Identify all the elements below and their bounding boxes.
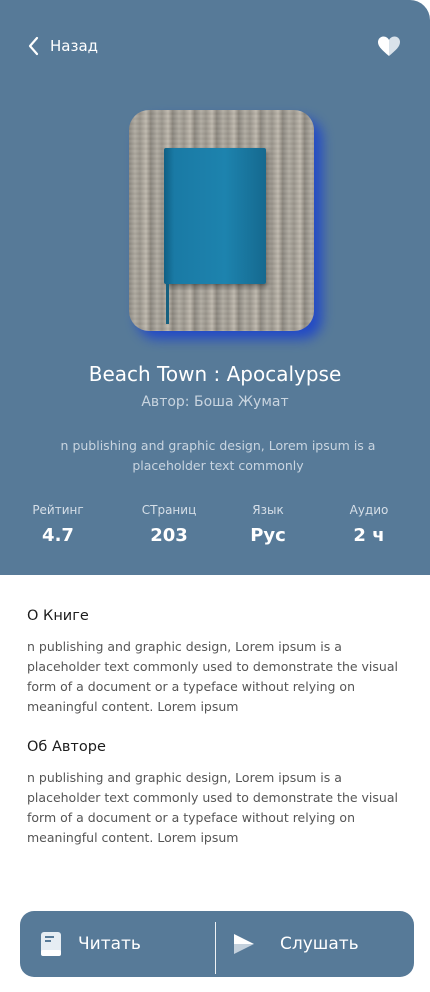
heart-icon	[378, 36, 400, 56]
stat-value: Рус	[250, 525, 286, 546]
action-divider	[215, 922, 216, 974]
chevron-left-icon	[28, 36, 39, 56]
cover-image	[129, 110, 314, 331]
stat-rating: Рейтинг 4.7	[8, 503, 108, 546]
book-icon	[41, 932, 61, 956]
listen-button[interactable]: Слушать	[232, 911, 412, 977]
book-hero: Назад Beach Town : Apocalypse Автор: Бош…	[0, 0, 430, 575]
top-bar: Назад	[0, 0, 430, 90]
book-cover	[129, 110, 322, 339]
stat-audio: Аудио 2 ч	[319, 503, 419, 546]
play-icon	[234, 934, 254, 954]
listen-label: Слушать	[280, 934, 359, 954]
stat-label: Язык	[252, 503, 284, 517]
book-short-description: n publishing and graphic design, Lorem i…	[60, 438, 376, 473]
about-author-text: n publishing and graphic design, Lorem i…	[27, 770, 398, 845]
book-author: Автор: Боша Жумат	[141, 394, 289, 410]
back-button[interactable]: Назад	[28, 34, 98, 58]
stat-value: 2 ч	[353, 525, 385, 546]
stat-language: Язык Рус	[218, 503, 318, 546]
stat-value: 4.7	[42, 525, 74, 546]
stat-label: Аудио	[349, 503, 389, 517]
book-title: Beach Town : Apocalypse	[88, 362, 342, 386]
back-label: Назад	[50, 37, 99, 55]
read-button[interactable]: Читать	[40, 911, 210, 977]
stat-label: СТраниц	[141, 503, 197, 517]
favorite-button[interactable]	[376, 35, 402, 57]
bookmark-ribbon	[166, 284, 169, 324]
stat-value: 203	[150, 525, 188, 546]
action-bar: Читать Слушать	[20, 911, 414, 977]
read-label: Читать	[78, 934, 141, 954]
stat-label: Рейтинг	[32, 503, 84, 517]
stat-pages: СТраниц 203	[119, 503, 219, 546]
about-book-title: О Книге	[27, 608, 89, 624]
about-book-text: n publishing and graphic design, Lorem i…	[27, 639, 398, 714]
about-author-title: Об Авторе	[27, 739, 106, 755]
book-illustration	[164, 148, 266, 284]
